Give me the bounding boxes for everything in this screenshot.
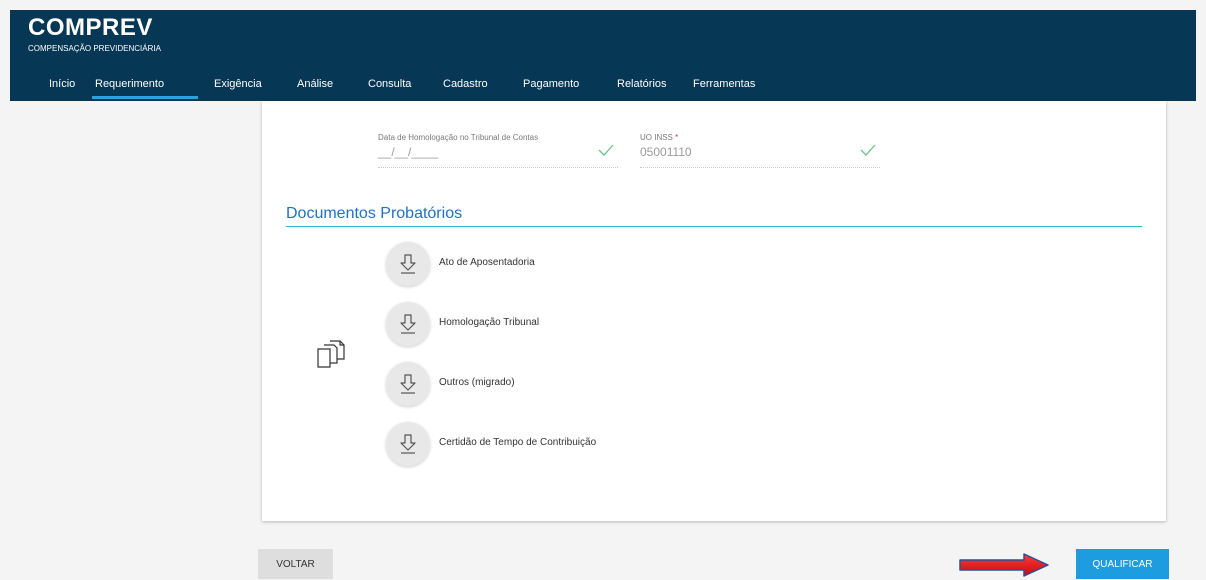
- nav-item-ferramentas[interactable]: Ferramentas: [693, 76, 755, 92]
- form-card: Data de Homologação no Tribunal de Conta…: [262, 101, 1166, 521]
- documents-icon: [317, 340, 345, 368]
- field-underline: [640, 167, 880, 168]
- qualify-button[interactable]: QUALIFICAR: [1076, 549, 1169, 579]
- nav-item-pagamento[interactable]: Pagamento: [523, 76, 579, 92]
- nav-item-relatorios[interactable]: Relatórios: [617, 76, 667, 92]
- download-icon: [400, 434, 416, 454]
- uo-inss-label: UO INSS *: [640, 133, 678, 142]
- check-icon: [860, 144, 876, 156]
- nav-item-inicio[interactable]: Início: [49, 76, 75, 92]
- back-button[interactable]: VOLTAR: [258, 549, 333, 579]
- active-tab-indicator: [92, 96, 198, 99]
- nav-item-requerimento[interactable]: Requerimento: [95, 76, 164, 92]
- uo-inss-field[interactable]: UO INSS * 05001110: [640, 127, 880, 172]
- uo-inss-input[interactable]: 05001110: [640, 145, 692, 159]
- download-certidao-button[interactable]: [386, 422, 430, 466]
- field-underline: [378, 167, 618, 168]
- download-icon: [400, 254, 416, 274]
- brand: COMPREV COMPENSAÇÃO PREVIDENCIÁRIA: [28, 14, 161, 54]
- nav-item-exigencia[interactable]: Exigência: [214, 76, 262, 92]
- nav-item-cadastro[interactable]: Cadastro: [443, 76, 488, 92]
- app-title: COMPREV: [28, 14, 153, 41]
- section-title-documentos: Documentos Probatórios: [286, 205, 463, 222]
- download-icon: [400, 374, 416, 394]
- uo-inss-label-text: UO INSS: [640, 133, 673, 142]
- doc-label-ato-aposentadoria: Ato de Aposentadoria: [439, 257, 535, 268]
- download-icon: [400, 314, 416, 334]
- homologacao-date-input[interactable]: __/__/____: [378, 145, 438, 159]
- check-icon: [598, 144, 614, 156]
- nav-item-consulta[interactable]: Consulta: [368, 76, 411, 92]
- section-divider: [286, 226, 1142, 227]
- doc-label-homologacao-tribunal: Homologação Tribunal: [439, 317, 540, 328]
- doc-label-certidao: Certidão de Tempo de Contribuição: [439, 437, 597, 448]
- doc-label-outros: Outros (migrado): [439, 377, 515, 388]
- red-arrow-icon: [959, 553, 1049, 577]
- download-homologacao-tribunal-button[interactable]: [386, 302, 430, 346]
- homologacao-date-label: Data de Homologação no Tribunal de Conta…: [378, 133, 539, 142]
- app-subtitle: COMPENSAÇÃO PREVIDENCIÁRIA: [28, 44, 161, 53]
- download-ato-aposentadoria-button[interactable]: [386, 242, 430, 286]
- nav-item-analise[interactable]: Análise: [297, 76, 333, 92]
- homologacao-date-field[interactable]: Data de Homologação no Tribunal de Conta…: [378, 127, 618, 172]
- required-mark: *: [675, 133, 679, 142]
- app-header: COMPREV COMPENSAÇÃO PREVIDENCIÁRIA Iníci…: [10, 10, 1196, 101]
- download-outros-button[interactable]: [386, 362, 430, 406]
